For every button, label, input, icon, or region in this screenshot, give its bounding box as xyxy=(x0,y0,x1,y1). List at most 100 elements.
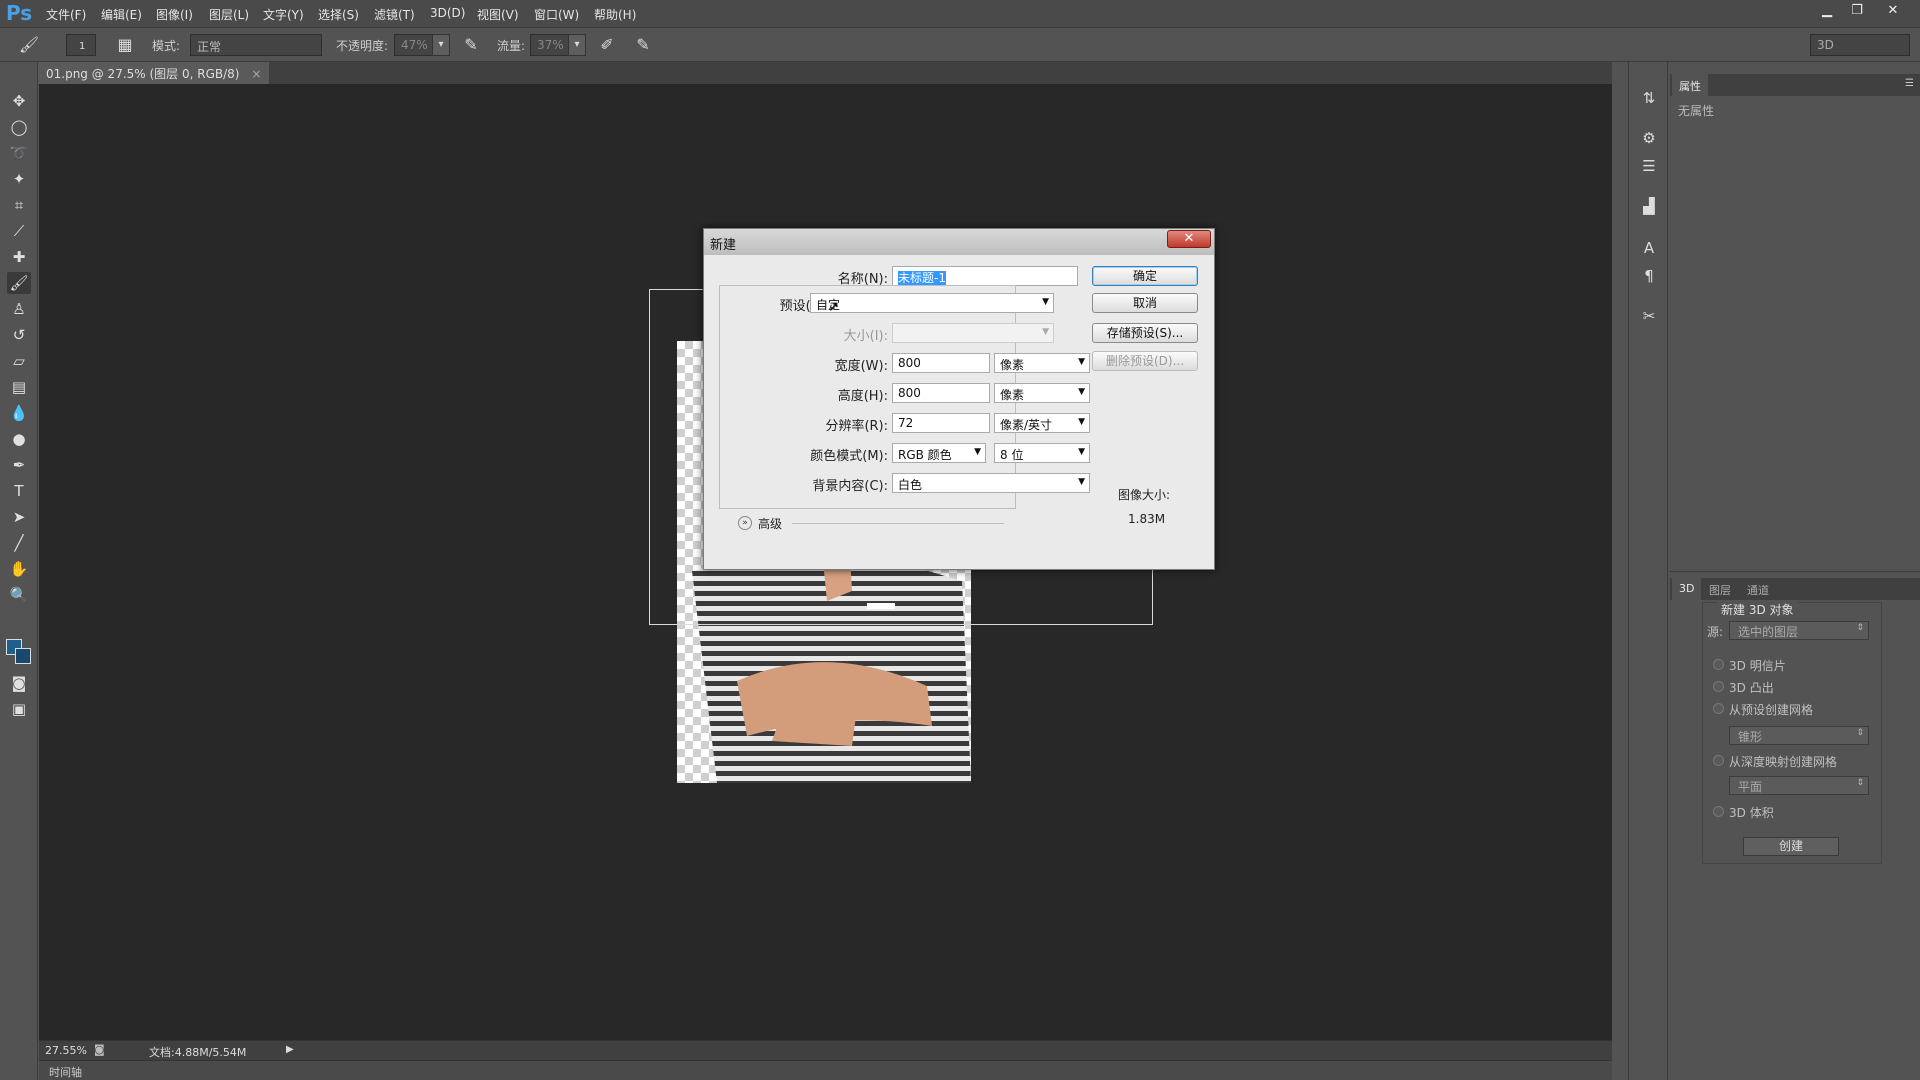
zoom-tool-icon[interactable]: 🔍 xyxy=(7,584,31,606)
width-input[interactable]: 800 xyxy=(892,353,990,373)
panel-menu-icon[interactable]: ☰ xyxy=(1905,78,1914,89)
tab-properties[interactable]: 属性 xyxy=(1672,74,1708,96)
menu-file[interactable]: 文件(F) xyxy=(46,6,86,23)
menu-type[interactable]: 文字(Y) xyxy=(263,6,304,23)
zoom-level[interactable]: 27.55% xyxy=(45,1044,87,1057)
cancel-button[interactable]: 取消 xyxy=(1092,293,1198,313)
brush-panel-icon[interactable]: ▦ xyxy=(114,35,136,55)
status-menu-arrow-icon[interactable]: ▶ xyxy=(286,1044,294,1055)
menu-filter[interactable]: 滤镜(T) xyxy=(374,6,415,23)
screen-mode-icon[interactable]: ▣ xyxy=(7,698,31,720)
clone-source-icon[interactable]: ▟ xyxy=(1637,194,1661,218)
advanced-label[interactable]: 高级 xyxy=(758,515,782,532)
create-3d-button[interactable]: 创建 xyxy=(1743,837,1839,856)
healing-brush-tool-icon[interactable]: ✚ xyxy=(7,246,31,268)
gradient-tool-icon[interactable]: ▤ xyxy=(7,376,31,398)
status-info-icon[interactable]: ◙ xyxy=(94,1043,105,1056)
menu-select[interactable]: 选择(S) xyxy=(318,6,359,23)
brush-preset-icon[interactable]: 🖌 xyxy=(18,35,40,55)
radio-mesh-from-preset[interactable] xyxy=(1713,703,1724,714)
opacity-arrow-icon[interactable]: ▾ xyxy=(432,34,450,56)
history-icon[interactable]: ⇅ xyxy=(1637,86,1661,110)
save-preset-button[interactable]: 存储预设(S)... xyxy=(1092,323,1198,343)
radio-3d-extrusion[interactable] xyxy=(1713,681,1724,692)
brush-settings-icon[interactable]: ⚙ xyxy=(1637,126,1661,150)
depth-map-select[interactable]: 平面 ⇕ xyxy=(1729,776,1869,795)
color-mode-select[interactable]: RGB 颜色 ▼ xyxy=(892,443,986,463)
opacity-input[interactable]: 47% xyxy=(394,34,434,56)
path-select-tool-icon[interactable]: ➤ xyxy=(7,506,31,528)
ok-button[interactable]: 确定 xyxy=(1092,266,1198,286)
menu-window[interactable]: 窗口(W) xyxy=(534,6,579,23)
lasso-tool-icon[interactable]: ➰ xyxy=(7,142,31,164)
radio-mesh-from-depth[interactable] xyxy=(1713,755,1724,766)
tab-channels[interactable]: 通道 xyxy=(1740,578,1776,600)
delete-preset-button[interactable]: 删除预设(D)... xyxy=(1092,351,1198,371)
radio-3d-postcard[interactable] xyxy=(1713,659,1724,670)
dodge-tool-icon[interactable]: ● xyxy=(7,428,31,450)
quick-select-tool-icon[interactable]: ✦ xyxy=(7,168,31,190)
resolution-input[interactable]: 72 xyxy=(892,413,990,433)
resolution-unit-select[interactable]: 像素/英寸 ▼ xyxy=(994,413,1090,433)
character-icon[interactable]: A xyxy=(1637,236,1661,260)
height-unit-select[interactable]: 像素 ▼ xyxy=(994,383,1090,403)
advanced-expand-icon[interactable]: » xyxy=(738,516,752,530)
background-color-swatch[interactable] xyxy=(15,648,31,664)
document-tab[interactable]: 01.png @ 27.5% (图层 0, RGB/8) × xyxy=(38,62,270,84)
crop-tool-icon[interactable]: ⌗ xyxy=(7,194,31,216)
airbrush-icon[interactable]: ✐ xyxy=(596,35,618,55)
mesh-preset-select[interactable]: 锥形 ⇕ xyxy=(1729,726,1869,745)
menu-3d[interactable]: 3D(D) xyxy=(430,6,465,20)
option-3d-volume[interactable]: 3D 体积 xyxy=(1729,804,1774,821)
preset-select[interactable]: 自定 ▼ xyxy=(810,293,1054,313)
source-select[interactable]: 选中的图层 ⇕ xyxy=(1729,621,1869,640)
minimize-button[interactable]: ▁ xyxy=(1815,2,1839,20)
adjustments-icon[interactable]: ☰ xyxy=(1637,154,1661,178)
option-mesh-from-depth[interactable]: 从深度映射创建网格 xyxy=(1729,753,1837,770)
hand-tool-icon[interactable]: ✋ xyxy=(7,558,31,580)
flow-input[interactable]: 37% xyxy=(530,34,570,56)
menu-layer[interactable]: 图层(L) xyxy=(209,6,249,23)
pressure-opacity-icon[interactable]: ✎ xyxy=(460,35,482,55)
workspace-select[interactable]: 3D xyxy=(1810,34,1910,56)
dialog-title-bar[interactable]: 新建 xyxy=(704,229,1214,255)
pressure-size-icon[interactable]: ✎ xyxy=(632,35,654,55)
option-3d-extrusion[interactable]: 3D 凸出 xyxy=(1729,679,1774,696)
background-select[interactable]: 白色 ▼ xyxy=(892,473,1090,493)
bit-depth-select[interactable]: 8 位 ▼ xyxy=(994,443,1090,463)
mode-select[interactable]: 正常 xyxy=(190,34,322,56)
tab-3d[interactable]: 3D xyxy=(1672,578,1702,600)
blur-tool-icon[interactable]: 💧 xyxy=(7,402,31,424)
width-unit-select[interactable]: 像素 ▼ xyxy=(994,353,1090,373)
line-tool-icon[interactable]: ╱ xyxy=(7,532,31,554)
tab-layers[interactable]: 图层 xyxy=(1702,578,1738,600)
pen-tool-icon[interactable]: ✒ xyxy=(7,454,31,476)
dialog-close-button[interactable]: ✕ xyxy=(1167,230,1211,248)
history-brush-tool-icon[interactable]: ↺ xyxy=(7,324,31,346)
eraser-tool-icon[interactable]: ▱ xyxy=(7,350,31,372)
marquee-tool-icon[interactable]: ◯ xyxy=(7,116,31,138)
move-tool-icon[interactable]: ✥ xyxy=(7,90,31,112)
option-3d-postcard[interactable]: 3D 明信片 xyxy=(1729,657,1786,674)
window-close-button[interactable]: ✕ xyxy=(1881,2,1905,20)
brush-tool-icon[interactable]: 🖌 xyxy=(7,272,31,294)
option-mesh-from-preset[interactable]: 从预设创建网格 xyxy=(1729,701,1813,718)
tool-presets-icon[interactable]: ✂ xyxy=(1637,304,1661,328)
radio-3d-volume[interactable] xyxy=(1713,806,1724,817)
name-input[interactable]: 未标题-1 xyxy=(892,266,1078,286)
menu-edit[interactable]: 编辑(E) xyxy=(101,6,142,23)
menu-help[interactable]: 帮助(H) xyxy=(594,6,636,23)
restore-button[interactable]: ❐ xyxy=(1845,2,1869,20)
height-input[interactable]: 800 xyxy=(892,383,990,403)
stamp-tool-icon[interactable]: ♙ xyxy=(7,298,31,320)
menu-view[interactable]: 视图(V) xyxy=(477,6,519,23)
brush-size-picker[interactable]: 1 xyxy=(66,34,96,56)
menu-image[interactable]: 图像(I) xyxy=(156,6,193,23)
eyedropper-tool-icon[interactable]: ⟋ xyxy=(7,220,31,242)
document-tab-close-icon[interactable]: × xyxy=(251,67,261,81)
type-tool-icon[interactable]: T xyxy=(7,480,31,502)
flow-arrow-icon[interactable]: ▾ xyxy=(568,34,586,56)
quick-mask-icon[interactable]: ◙ xyxy=(7,672,31,694)
timeline-tab[interactable]: 时间轴 xyxy=(49,1064,82,1080)
paragraph-icon[interactable]: ¶ xyxy=(1637,264,1661,288)
